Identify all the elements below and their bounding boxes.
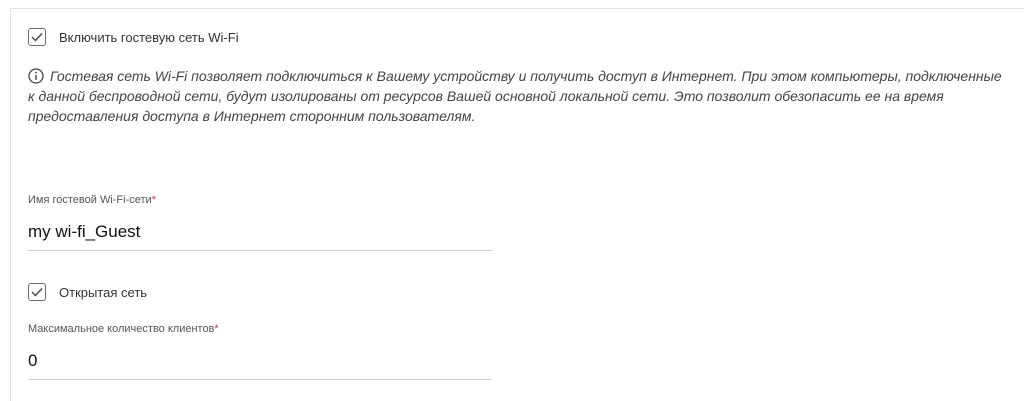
guest-ssid-label: Имя гостевой Wi-Fi-сети* <box>28 194 156 206</box>
check-icon <box>31 288 43 297</box>
info-text: Гостевая сеть Wi-Fi позволяет подключить… <box>28 68 1002 124</box>
guest-wifi-info: Гостевая сеть Wi-Fi позволяет подключить… <box>28 66 1003 126</box>
info-circle-icon <box>28 68 44 84</box>
enable-guest-wifi-checkbox[interactable] <box>28 28 46 46</box>
check-icon <box>31 33 43 42</box>
max-clients-underline <box>28 379 492 380</box>
enable-guest-wifi-label: Включить гостевую сеть Wi-Fi <box>59 29 239 45</box>
required-mark: * <box>214 323 219 335</box>
open-network-row[interactable]: Открытая сеть <box>28 281 147 303</box>
guest-ssid-field[interactable]: Имя гостевой Wi-Fi-сети* my wi-fi_Guest <box>28 193 492 251</box>
max-clients-field[interactable]: Максимальное количество клиентов* 0 <box>28 322 492 380</box>
guest-ssid-input[interactable]: my wi-fi_Guest <box>28 221 492 243</box>
open-network-checkbox[interactable] <box>28 283 46 301</box>
max-clients-label: Максимальное количество клиентов* <box>28 323 219 335</box>
enable-guest-wifi-row[interactable]: Включить гостевую сеть Wi-Fi <box>28 26 239 48</box>
guest-ssid-underline <box>28 250 492 251</box>
open-network-label: Открытая сеть <box>59 284 148 300</box>
max-clients-input[interactable]: 0 <box>28 350 492 372</box>
required-mark: * <box>151 194 156 206</box>
